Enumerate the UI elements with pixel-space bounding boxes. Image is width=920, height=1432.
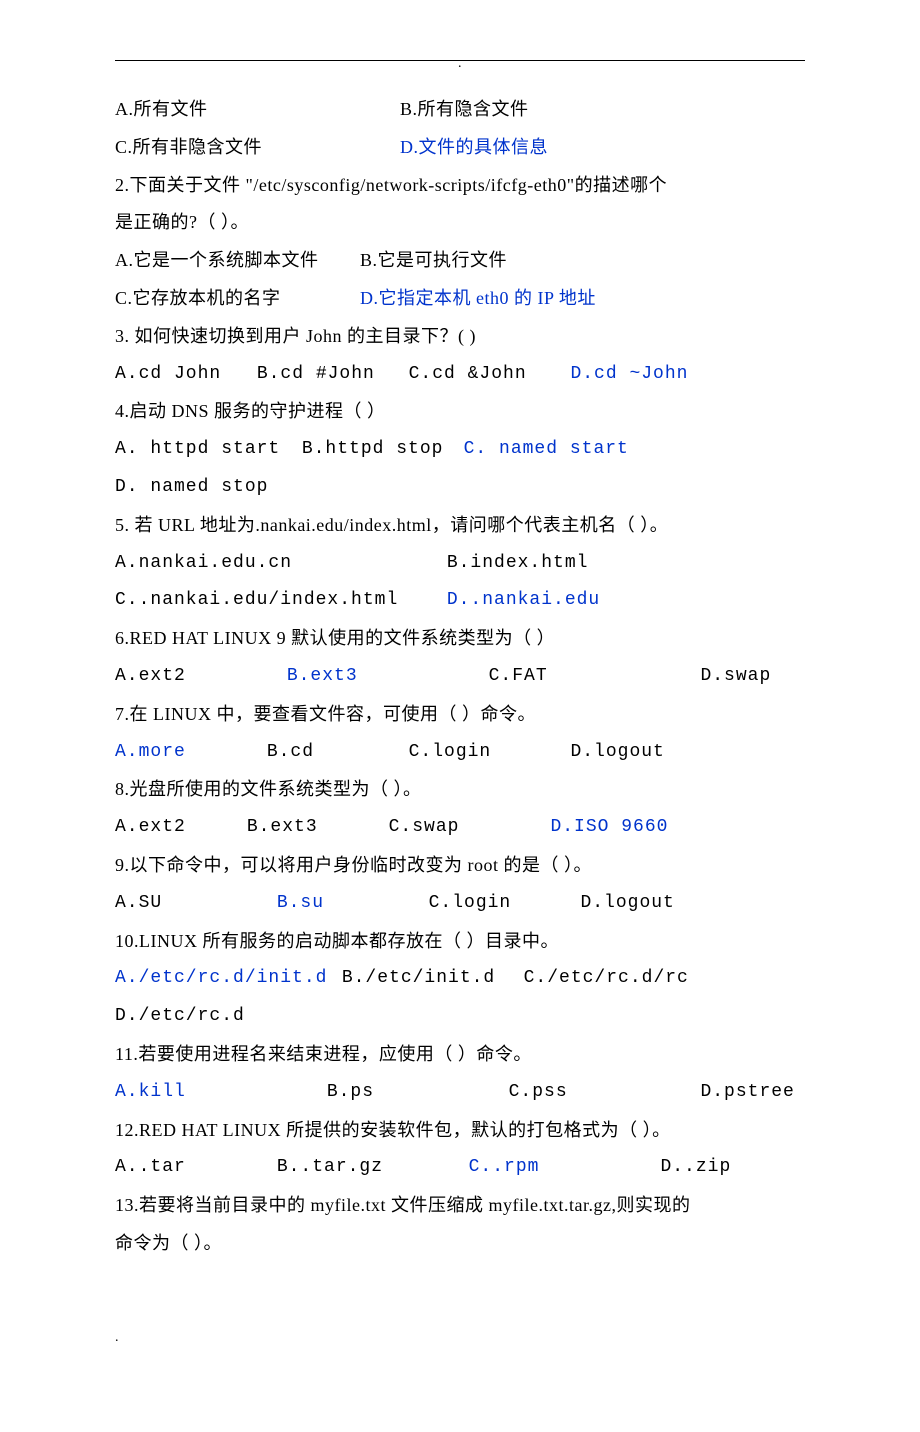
q10-option-b: B./etc/init.d xyxy=(342,960,512,998)
q8-option-c: C.swap xyxy=(389,809,539,847)
q9-option-a: A.SU xyxy=(115,885,265,923)
q12-options: A..tar B..tar.gz C..rpm D..zip xyxy=(115,1149,805,1187)
q10-stem: 10.LINUX 所有服务的启动脚本都存放在（ ）目录中。 xyxy=(115,923,805,961)
q2-option-c: C.它存放本机的名字 xyxy=(115,280,355,318)
q4-option-c: C. named start xyxy=(464,431,654,469)
q9-option-b: B.su xyxy=(277,885,417,923)
q7-option-a: A.more xyxy=(115,734,255,772)
q3-option-a: A.cd John xyxy=(115,356,245,394)
q5-option-d: D..nankai.edu xyxy=(447,582,600,620)
q6-stem: 6.RED HAT LINUX 9 默认使用的文件系统类型为（ ） xyxy=(115,620,805,658)
q4-option-d: D. named stop xyxy=(115,469,268,507)
q6-option-c: C.FAT xyxy=(489,658,689,696)
q11-stem: 11.若要使用进程名来结束进程，应使用（ ）命令。 xyxy=(115,1036,805,1074)
header-dot: . xyxy=(458,49,462,78)
q8-options: A.ext2 B.ext3 C.swap D.ISO 9660 xyxy=(115,809,805,847)
q10-option-a: A./etc/rc.d/init.d xyxy=(115,960,330,998)
q12-option-a: A..tar xyxy=(115,1149,265,1187)
q9-stem: 9.以下命令中，可以将用户身份临时改变为 root 的是（ ）。 xyxy=(115,847,805,885)
q1-option-b: B.所有隐含文件 xyxy=(400,91,529,129)
q6-option-a: A.ext2 xyxy=(115,658,275,696)
q12-stem: 12.RED HAT LINUX 所提供的安装软件包，默认的打包格式为（ ）。 xyxy=(115,1112,805,1150)
q13-stem-line2: 命令为（ ）。 xyxy=(115,1225,805,1263)
q5-row1: A.nankai.edu.cn B.index.html xyxy=(115,545,805,583)
q9-option-c: C.login xyxy=(429,885,569,923)
q4-option-a: A. httpd start xyxy=(115,431,290,469)
q5-option-b: B.index.html xyxy=(447,545,589,583)
q8-option-a: A.ext2 xyxy=(115,809,235,847)
header-rule: . xyxy=(115,60,805,61)
q9-option-d: D.logout xyxy=(580,885,674,923)
q7-option-b: B.cd xyxy=(267,734,397,772)
q2-row1: A.它是一个系统脚本文件 B.它是可执行文件 xyxy=(115,242,805,280)
q8-option-b: B.ext3 xyxy=(247,809,377,847)
q10-option-d: D./etc/rc.d xyxy=(115,998,245,1036)
q2-row2: C.它存放本机的名字 D.它指定本机 eth0 的 IP 地址 xyxy=(115,280,805,318)
q3-option-c: C.cd &John xyxy=(409,356,559,394)
q7-options: A.more B.cd C.login D.logout xyxy=(115,734,805,772)
q3-options: A.cd John B.cd #John C.cd &John D.cd ~Jo… xyxy=(115,356,805,394)
q4-option-b: B.httpd stop xyxy=(302,431,452,469)
q5-option-c: C..nankai.edu/index.html xyxy=(115,582,435,620)
q5-stem: 5. 若 URL 地址为.nankai.edu/index.html，请问哪个代… xyxy=(115,507,805,545)
q1-option-d: D.文件的具体信息 xyxy=(400,129,548,167)
q2-stem-line1: 2.下面关于文件 "/etc/sysconfig/network-scripts… xyxy=(115,167,805,205)
q6-option-b: B.ext3 xyxy=(287,658,477,696)
q7-option-d: D.logout xyxy=(570,734,664,772)
q10-option-c: C./etc/rc.d/rc xyxy=(524,960,699,998)
q3-option-b: B.cd #John xyxy=(257,356,397,394)
q11-option-c: C.pss xyxy=(509,1074,689,1112)
q3-stem: 3. 如何快速切换到用户 John 的主目录下？( ) xyxy=(115,318,805,356)
q1-row2: C.所有非隐含文件 D.文件的具体信息 xyxy=(115,129,805,167)
q4-options: A. httpd start B.httpd stop C. named sta… xyxy=(115,431,805,507)
q6-option-d: D.swap xyxy=(700,658,771,696)
q4-stem: 4.启动 DNS 服务的守护进程（ ） xyxy=(115,393,805,431)
q12-option-b: B..tar.gz xyxy=(277,1149,457,1187)
q2-option-d: D.它指定本机 eth0 的 IP 地址 xyxy=(360,280,596,318)
q12-option-c: C..rpm xyxy=(469,1149,649,1187)
q2-option-a: A.它是一个系统脚本文件 xyxy=(115,242,355,280)
q11-option-d: D.pstree xyxy=(700,1074,794,1112)
q5-stem-text: 5. 若 URL 地址为.nankai.edu/index.html，请问哪个代… xyxy=(115,515,668,535)
q1-option-a: A.所有文件 xyxy=(115,91,395,129)
q1-option-c: C.所有非隐含文件 xyxy=(115,129,395,167)
q11-option-a: A.kill xyxy=(115,1074,315,1112)
q5-row2: C..nankai.edu/index.html D..nankai.edu xyxy=(115,582,805,620)
q7-stem: 7.在 LINUX 中，要查看文件容，可使用（ ）命令。 xyxy=(115,696,805,734)
q11-options: A.kill B.ps C.pss D.pstree xyxy=(115,1074,805,1112)
q1-row1: A.所有文件 B.所有隐含文件 xyxy=(115,91,805,129)
q12-option-d: D..zip xyxy=(660,1149,731,1187)
q3-option-d: D.cd ~John xyxy=(570,356,688,394)
q13-stem-line1: 13.若要将当前目录中的 myfile.txt 文件压缩成 myfile.txt… xyxy=(115,1187,805,1225)
q8-option-d: D.ISO 9660 xyxy=(550,809,668,847)
q11-option-b: B.ps xyxy=(327,1074,497,1112)
q2-stem-line2: 是正确的?（ ）。 xyxy=(115,204,805,242)
q6-options: A.ext2 B.ext3 C.FAT D.swap xyxy=(115,658,805,696)
q5-option-a: A.nankai.edu.cn xyxy=(115,545,435,583)
q2-option-b: B.它是可执行文件 xyxy=(360,242,507,280)
q7-option-c: C.login xyxy=(409,734,559,772)
q8-stem: 8.光盘所使用的文件系统类型为（ ）。 xyxy=(115,771,805,809)
q9-options: A.SU B.su C.login D.logout xyxy=(115,885,805,923)
footer-dot: . xyxy=(115,1323,805,1352)
document-page: . A.所有文件 B.所有隐含文件 C.所有非隐含文件 D.文件的具体信息 2.… xyxy=(0,0,920,1432)
q10-options: A./etc/rc.d/init.d B./etc/init.d C./etc/… xyxy=(115,960,805,1036)
